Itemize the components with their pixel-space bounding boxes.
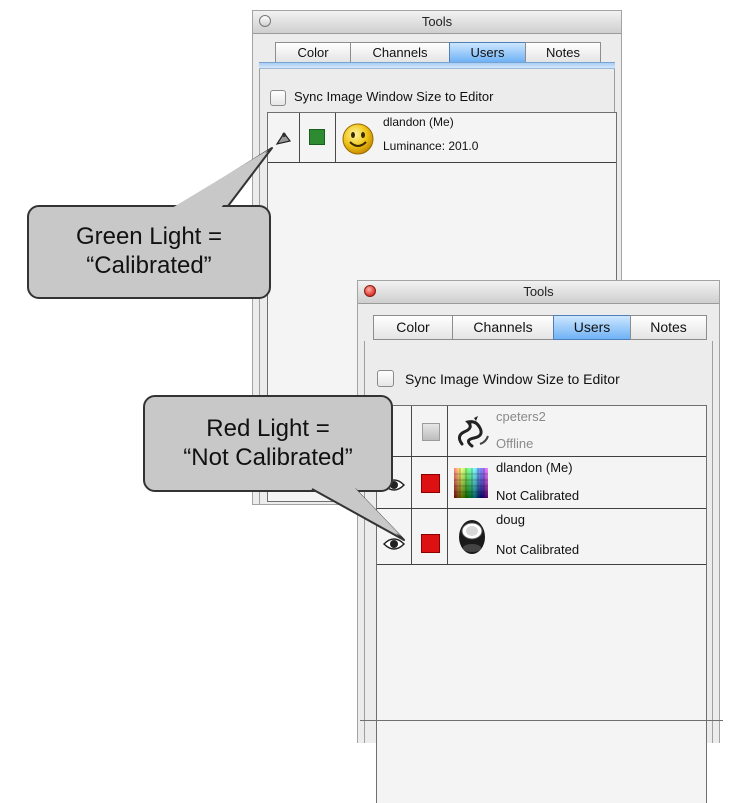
panel-bottom-edge: [376, 743, 707, 803]
callout-pointer: [311, 486, 405, 541]
